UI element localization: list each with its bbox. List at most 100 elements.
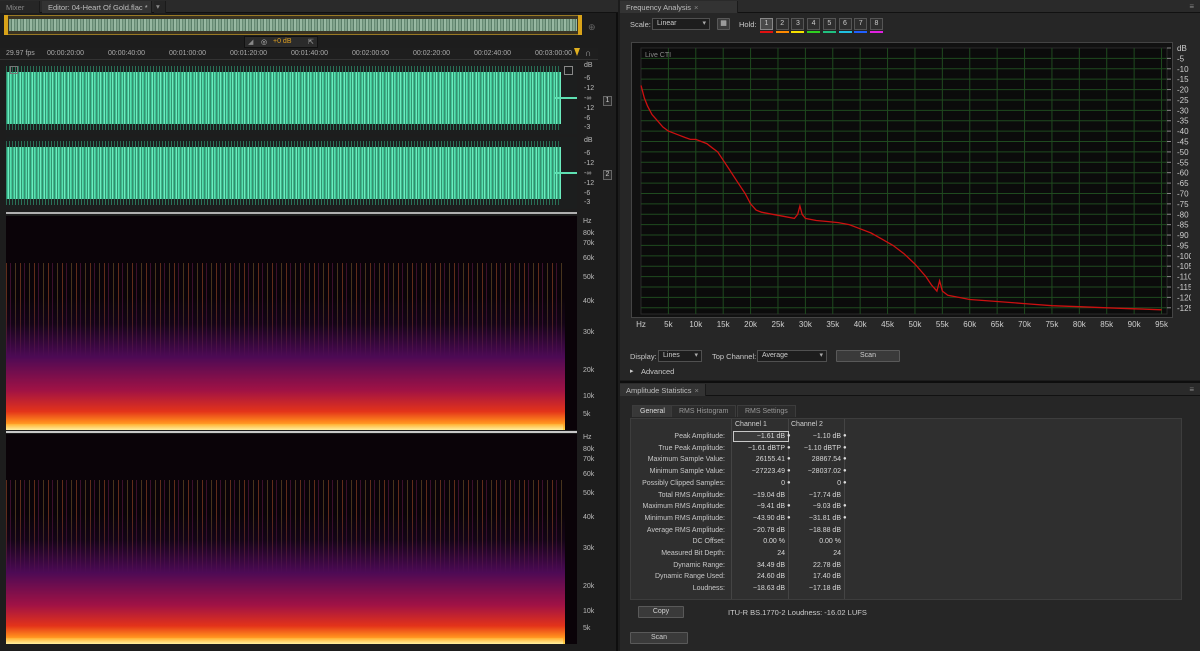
hold-slot-8[interactable]: 8 [869,18,883,30]
zoom-icon[interactable]: ⊕ [588,22,598,32]
locate-icon[interactable]: ● [843,515,849,521]
scale-select[interactable]: Linear [652,18,710,30]
overview-right-handle[interactable] [578,15,582,35]
stat-value-channel-1: −43.90 dB [752,514,785,522]
hold-color-bar [775,31,789,33]
locate-icon[interactable]: ● [787,468,793,474]
locate-icon[interactable]: ● [787,445,793,451]
locate-icon[interactable]: ● [787,480,793,486]
channel-expand-icon[interactable] [564,66,573,75]
y-tick-label: -5 [1177,54,1185,63]
headphones-icon[interactable]: ∩ [585,48,595,58]
locate-icon[interactable]: ● [843,468,849,474]
stat-value-channel-2: −9.03 dB [812,503,841,511]
db-tick: -12 [584,105,595,112]
advanced-toggle[interactable]: Advanced [641,367,674,376]
tab-editor-label: Editor: 04-Heart Of Gold.flac * [48,3,148,12]
subtab-rms-histogram[interactable]: RMS Histogram [671,405,737,417]
stat-value-channel-1: −1.61 dBTP [747,444,785,452]
locate-icon[interactable]: ● [787,503,793,509]
hold-color-bar [869,31,883,33]
display-select[interactable]: Lines [658,350,702,362]
stat-label: Total RMS Amplitude: [658,491,725,499]
copy-button[interactable]: Copy [638,606,684,618]
panel-menu-icon[interactable]: ≡ [1189,2,1194,11]
x-tick-label: 10k [689,320,703,329]
y-tick-label: -65 [1177,179,1189,188]
spectral-energy [6,297,565,430]
y-tick-label: -115 [1177,283,1191,292]
x-tick-label: 15k [717,320,731,329]
close-icon[interactable]: × [694,3,698,12]
tab-menu-button[interactable]: ▾ [154,1,166,13]
hz-tick: 60k [583,471,595,478]
channel-number-1[interactable]: 1 [603,96,612,106]
db-tick: -12 [584,160,595,167]
locate-icon[interactable]: ● [787,456,793,462]
spectral-display-channel-2[interactable] [6,434,577,644]
pin-icon[interactable]: ⇱ [308,38,314,46]
channel-number-2[interactable]: 2 [603,170,612,180]
waveform-tail [555,172,577,174]
subtab-label: RMS Settings [745,408,788,415]
locate-icon[interactable]: ● [843,433,849,439]
snapshot-button[interactable]: ▦ [717,18,730,30]
db-tick: -∞ [584,95,592,102]
panel-menu-icon[interactable]: ≡ [1189,385,1194,394]
tab-mixer[interactable]: Mixer [0,1,40,13]
hz-tick: 5k [583,625,591,632]
stat-value-channel-2: −1.10 dB [812,433,841,440]
close-icon[interactable]: × [694,386,698,395]
hz-tick: 60k [583,255,595,262]
timecode: 00:01:00:00 [169,50,206,57]
stat-value-channel-1: −9.41 dB [756,503,785,511]
locate-icon[interactable]: ● [843,456,849,462]
view-splitter[interactable] [6,212,577,214]
channel-corner-icon[interactable] [10,66,18,74]
hold-label: Hold: [739,20,757,29]
locate-icon[interactable]: ● [843,480,849,486]
tab-frequency-analysis[interactable]: Frequency Analysis × [620,1,738,13]
knob-icon[interactable]: ◎ [261,38,267,46]
hold-slot-4[interactable]: 4 [807,18,821,30]
chevron-right-icon[interactable]: ▸ [630,367,634,375]
fa-tabbar: Frequency Analysis × ≡ [620,0,1200,13]
hold-slot-5[interactable]: 5 [822,18,836,30]
stat-value-channel-1: −1.61 dB [756,433,785,440]
frequency-chart[interactable]: Hz 5k 10k 15k 20k 25k 30k 35k 40k 45k 50k 55k 60k 65k… [631,42,1191,332]
as-scan-button[interactable]: Scan [630,632,688,644]
overview-left-handle[interactable] [4,15,8,35]
hz-tick: 30k [583,545,595,552]
waveform-channel-1[interactable] [6,62,577,134]
hold-slot-6[interactable]: 6 [838,18,852,30]
hold-slot-7[interactable]: 7 [854,18,868,30]
hold-slot-2[interactable]: 2 [775,18,789,30]
hold-slot-1[interactable]: 1 [760,18,773,30]
time-ruler[interactable]: 29.97 fps 00:00:20:00 00:00:40:00 00:01:… [0,48,598,60]
hud-volume[interactable]: ◢ ◎ +0 dB ⇱ [244,36,318,48]
locate-icon[interactable]: ● [787,433,793,439]
subtab-general[interactable]: General [632,405,673,417]
stat-label: Minimum Sample Value: [649,468,725,476]
hz-tick: 80k [583,230,595,237]
top-channel-select[interactable]: Average [757,350,827,362]
fa-scan-button[interactable]: Scan [836,350,900,362]
tab-editor[interactable]: Editor: 04-Heart Of Gold.flac * [42,1,152,13]
db-tick: -6 [584,75,591,82]
locate-icon[interactable]: ● [843,503,849,509]
stat-row: DC Offset: 0.00 % 0.00 % [631,536,1177,548]
y-tick-label: -110 [1177,273,1191,282]
overview-waveform[interactable] [4,15,582,35]
locate-icon[interactable]: ● [787,515,793,521]
tab-amplitude-statistics[interactable]: Amplitude Statistics × [620,384,706,396]
hold-slot-3[interactable]: 3 [791,18,805,30]
locate-icon[interactable]: ● [843,445,849,451]
stat-label: Loudness: [692,585,725,593]
waveform-channel-2[interactable] [6,137,577,209]
spectral-display-channel-1[interactable] [6,216,577,430]
spectral-floor [6,424,563,430]
x-tick-label: 40k [854,320,868,329]
subtab-rms-settings[interactable]: RMS Settings [737,405,796,417]
stat-value-channel-1: 0.00 % [763,538,785,546]
stat-label: Maximum Sample Value: [647,456,725,464]
